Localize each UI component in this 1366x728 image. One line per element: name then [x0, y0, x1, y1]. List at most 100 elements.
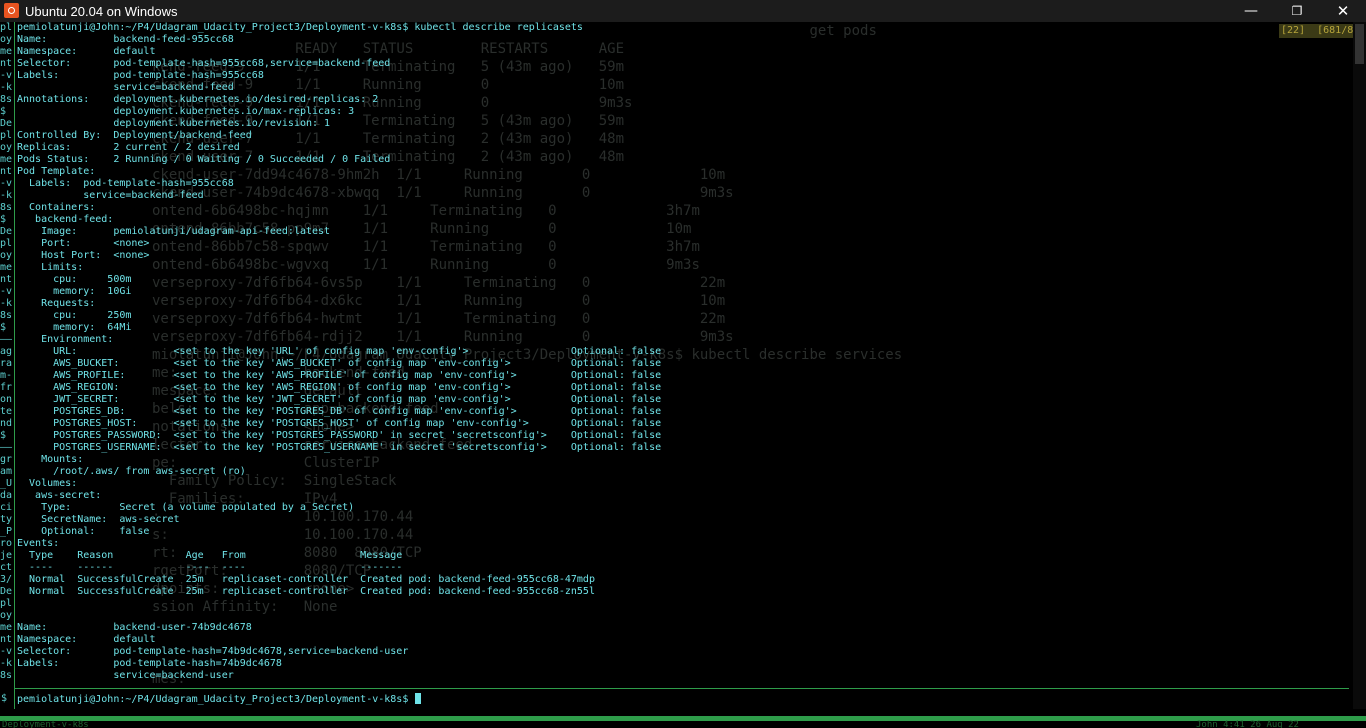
output-line: cpu: 500m	[17, 274, 132, 285]
window-title: Ubuntu 20.04 on Windows	[25, 4, 178, 19]
vertical-scrollbar[interactable]	[1353, 22, 1366, 728]
output-line: POSTGRES_DB: <set to the key 'POSTGRES_D…	[17, 406, 662, 417]
output-line: Limits:	[17, 262, 84, 273]
output-line: memory: 10Gi	[17, 286, 132, 297]
output-line: POSTGRES_PASSWORD: <set to the key 'POST…	[17, 430, 662, 441]
left-pane-line: De	[0, 118, 13, 129]
left-pane-line: ra	[0, 358, 13, 369]
left-pane-line: ci	[0, 502, 13, 513]
left-pane-line: -v	[0, 286, 13, 297]
output-line: Replicas: 2 current / 2 desired	[17, 142, 240, 153]
close-button[interactable]: ✕	[1320, 0, 1366, 22]
output-line: Annotations: deployment.kubernetes.io/de…	[17, 94, 379, 105]
left-pane-line: 8s	[0, 202, 13, 213]
output-line: POSTGRES_USERNAME: <set to the key 'POST…	[17, 442, 662, 453]
left-pane-line: De	[0, 226, 13, 237]
left-pane-line: on	[0, 394, 13, 405]
output-line: AWS_BUCKET: <set to the key 'AWS_BUCKET'…	[17, 358, 662, 369]
shell-prompt: pemiolatunji@John:~/P4/Udagram_Udacity_P…	[17, 694, 415, 705]
text-cursor	[415, 693, 422, 704]
output-line: cpu: 250m	[17, 310, 132, 321]
left-pane-line: -k	[0, 190, 13, 201]
left-pane-line: $	[0, 430, 7, 441]
left-pane-line: pl	[0, 22, 13, 33]
left-pane-line: 3/	[0, 574, 13, 585]
minimize-button[interactable]: —	[1228, 0, 1274, 22]
output-line: AWS_REGION: <set to the key 'AWS_REGION'…	[17, 382, 662, 393]
left-pane-line: oy	[0, 610, 13, 621]
terminal-area[interactable]: get pods READY STATUS RESTARTS AGE kend-f…	[0, 22, 1366, 728]
status-bar-line	[0, 716, 1366, 721]
left-pane-line: _P	[0, 526, 13, 537]
left-pane-line: te	[0, 406, 13, 417]
output-line: URL: <set to the key 'URL' of config map…	[17, 346, 662, 357]
left-pane-line: De	[0, 586, 13, 597]
left-pane-line: -v	[0, 70, 13, 81]
left-pane-line: oy	[0, 250, 13, 261]
left-pane-line: me	[0, 46, 13, 57]
status-session-name: Deployment-v-k8s	[2, 720, 89, 728]
output-line: Type Reason Age From Message	[17, 550, 403, 561]
left-pane-line: ro	[0, 538, 13, 549]
command-prompt-line[interactable]: pemiolatunji@John:~/P4/Udagram_Udacity_P…	[17, 693, 1347, 707]
output-line: memory: 64Mi	[17, 322, 132, 333]
left-pane-line: -k	[0, 658, 13, 669]
output-line: Containers:	[17, 202, 96, 213]
left-pane-line: nt	[0, 58, 13, 69]
output-line: Labels: pod-template-hash=74b9dc4678	[17, 658, 282, 669]
output-line: Environment:	[17, 334, 114, 345]
left-pane-line: pl	[0, 598, 13, 609]
output-line: Type: Secret (a volume populated by a Se…	[17, 502, 355, 513]
left-pane-output: pl oy me nt -v -k 8s $ De pl oy me nt -v -k 8s $ De pl oy me…	[0, 22, 13, 712]
left-pane-line: _U	[0, 478, 13, 489]
left-pane-line: pl	[0, 130, 13, 141]
left-pane-line: ty	[0, 514, 13, 525]
output-line: Image: pemiolatunji/udagram-api-feed:lat…	[17, 226, 331, 237]
left-pane-line: 8s	[0, 670, 13, 681]
left-pane-line: -v	[0, 178, 13, 189]
pane-divider-horizontal[interactable]	[14, 688, 1349, 689]
output-line: Host Port: <none>	[17, 250, 150, 261]
left-pane-line: nt	[0, 274, 13, 285]
title-bar: Ubuntu 20.04 on Windows — ❐ ✕	[0, 0, 1366, 22]
output-line: Pods Status: 2 Running / 0 Waiting / 0 S…	[17, 154, 391, 165]
output-line: Namespace: default	[17, 46, 156, 57]
left-pane-line: ——	[0, 334, 13, 345]
scrollbar-thumb[interactable]	[1355, 24, 1364, 64]
left-pane-line: ——	[0, 442, 13, 453]
status-clock: John 4:41 26 Aug 22	[1196, 720, 1299, 728]
left-pane-line: m-	[0, 370, 13, 381]
left-pane-line: -v	[0, 646, 13, 657]
ubuntu-logo-icon	[4, 3, 19, 18]
output-line: Volumes:	[17, 478, 78, 489]
output-line: Optional: false	[17, 526, 150, 537]
output-line: deployment.kubernetes.io/max-replicas: 3	[17, 106, 355, 117]
output-line: Labels: pod-template-hash=955cc68	[17, 178, 234, 189]
pane-divider-vertical[interactable]	[14, 22, 15, 710]
output-line: Labels: pod-template-hash=955cc68	[17, 70, 264, 81]
left-pane-line: 8s	[0, 310, 13, 321]
output-line: ---- ------ ---- ---- -------	[17, 562, 403, 573]
output-line: Port: <none>	[17, 238, 150, 249]
output-line: pemiolatunji@John:~/P4/Udagram_Udacity_P…	[17, 22, 583, 33]
left-pane-line: -k	[0, 82, 13, 93]
maximize-button[interactable]: ❐	[1274, 0, 1320, 22]
output-line: service=backend-feed	[17, 82, 234, 93]
output-line: Selector: pod-template-hash=74b9dc4678,s…	[17, 646, 409, 657]
left-pane-line: me	[0, 262, 13, 273]
left-pane-line: gr	[0, 454, 13, 465]
left-pane-line: ag	[0, 346, 13, 357]
tmux-status-bar: Deployment-v-k8s John 4:41 26 Aug 22	[0, 709, 1366, 728]
output-line: JWT_SECRET: <set to the key 'JWT_SECRET'…	[17, 394, 662, 405]
left-pane-line: 8s	[0, 94, 13, 105]
left-pane-line: -k	[0, 298, 13, 309]
output-line: AWS_PROFILE: <set to the key 'AWS_PROFIL…	[17, 370, 662, 381]
output-line: service=backend-user	[17, 670, 234, 681]
output-line: Namespace: default	[17, 634, 156, 645]
output-line: /root/.aws/ from aws-secret (ro)	[17, 466, 246, 477]
output-line: Requests:	[17, 298, 96, 309]
left-pane-line: ct	[0, 562, 13, 573]
left-pane-line: $	[0, 214, 7, 225]
output-line: SecretName: aws-secret	[17, 514, 180, 525]
output-line: Name: backend-user-74b9dc4678	[17, 622, 252, 633]
